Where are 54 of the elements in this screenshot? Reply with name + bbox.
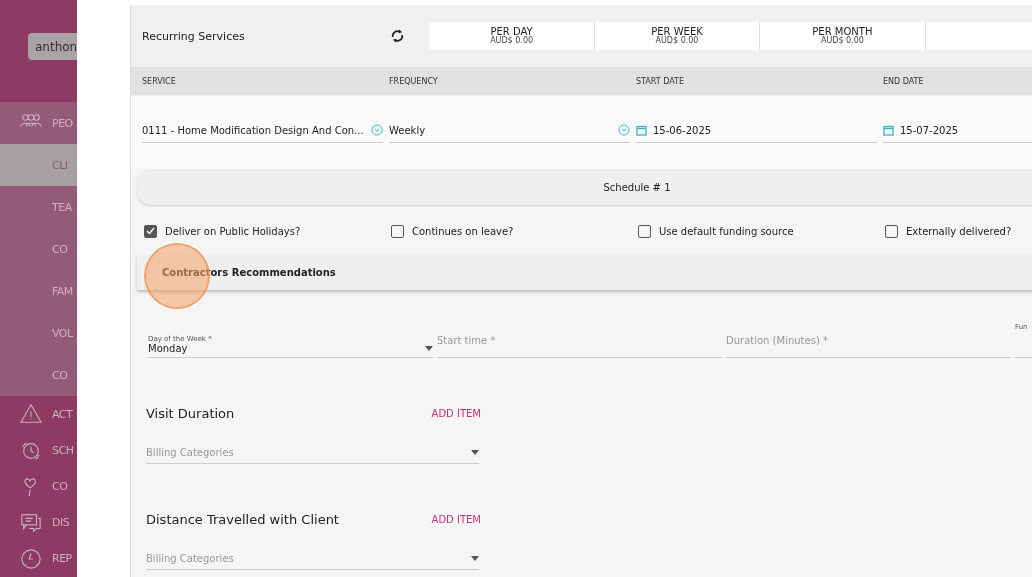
- input-field[interactable]: Start time *: [437, 323, 722, 358]
- checkbox[interactable]: [391, 224, 404, 238]
- checkbox-option[interactable]: Use default funding source: [638, 221, 885, 241]
- refresh-icon[interactable]: [390, 28, 406, 44]
- total-cell: PER MONTH AUD$ 0.00: [760, 22, 926, 50]
- sidebar-item[interactable]: CLI: [0, 144, 77, 187]
- sidebar-item[interactable]: VOL: [0, 312, 77, 355]
- sidebar-item[interactable]: DIS: [0, 504, 77, 541]
- input-field[interactable]: Duration (Minutes) *: [726, 323, 1011, 358]
- calendar-icon: [636, 124, 647, 136]
- date-field[interactable]: 15-07-2025: [883, 118, 1032, 143]
- caret-icon: [471, 449, 479, 455]
- section-title: Distance Travelled with Client: [146, 512, 339, 527]
- checkbox-option[interactable]: Deliver on Public Holidays?: [144, 221, 391, 241]
- add-item-button[interactable]: ADD ITEM: [431, 408, 481, 419]
- total-cell: PER DAY AUD$ 0.00: [429, 22, 595, 50]
- checkbox[interactable]: [144, 224, 157, 238]
- billing-select[interactable]: Billing Categories: [146, 441, 479, 464]
- schedule-bar[interactable]: Schedule # 1: [137, 169, 1032, 205]
- date-field[interactable]: 15-06-2025: [636, 118, 877, 143]
- sidebar-item[interactable]: ACT: [0, 396, 77, 433]
- calendar-icon: [883, 124, 894, 136]
- sidebar-item[interactable]: REP: [0, 540, 77, 577]
- caret-icon: [471, 555, 479, 561]
- contractors-bar[interactable]: Contractors Recommendations: [137, 255, 1032, 290]
- total-cell: PER WEEK AUD$ 0.00: [594, 22, 761, 50]
- warning-icon: [20, 403, 42, 426]
- checkbox-option[interactable]: Externally delivered?: [885, 221, 1032, 241]
- section-title: Visit Duration: [146, 406, 235, 421]
- panel-title: Recurring Services: [142, 29, 246, 43]
- chat-icon: [20, 511, 42, 534]
- caret-icon: [425, 346, 433, 351]
- sidebar-item[interactable]: FAM: [0, 270, 77, 313]
- select-field[interactable]: Weekly: [389, 118, 630, 143]
- chevron-icon: [618, 124, 630, 136]
- checkbox-option[interactable]: Continues on leave?: [391, 221, 638, 241]
- sidebar-item[interactable]: PEO: [0, 102, 77, 145]
- column-header: FREQUENCY: [389, 76, 439, 86]
- column-header: SERVICE: [142, 76, 177, 86]
- checkbox[interactable]: [638, 224, 651, 238]
- sidebar-item[interactable]: TEA: [0, 186, 77, 229]
- sidebar-item[interactable]: CO: [0, 354, 77, 397]
- gauge-icon: [20, 547, 42, 570]
- user-field[interactable]: anthon: [28, 33, 77, 61]
- sidebar-item[interactable]: SCH: [0, 432, 77, 469]
- checkbox[interactable]: [885, 224, 898, 238]
- column-header: END DATE: [883, 76, 925, 86]
- sidebar-item[interactable]: CO: [0, 228, 77, 271]
- select-field[interactable]: 0111 - Home Modification Design And Con...: [142, 118, 383, 143]
- chevron-icon: [371, 124, 383, 136]
- add-item-button[interactable]: ADD ITEM: [431, 514, 481, 525]
- billing-select[interactable]: Billing Categories: [146, 547, 479, 570]
- column-header: START DATE: [636, 76, 686, 86]
- sidebar-item[interactable]: CO: [0, 468, 77, 505]
